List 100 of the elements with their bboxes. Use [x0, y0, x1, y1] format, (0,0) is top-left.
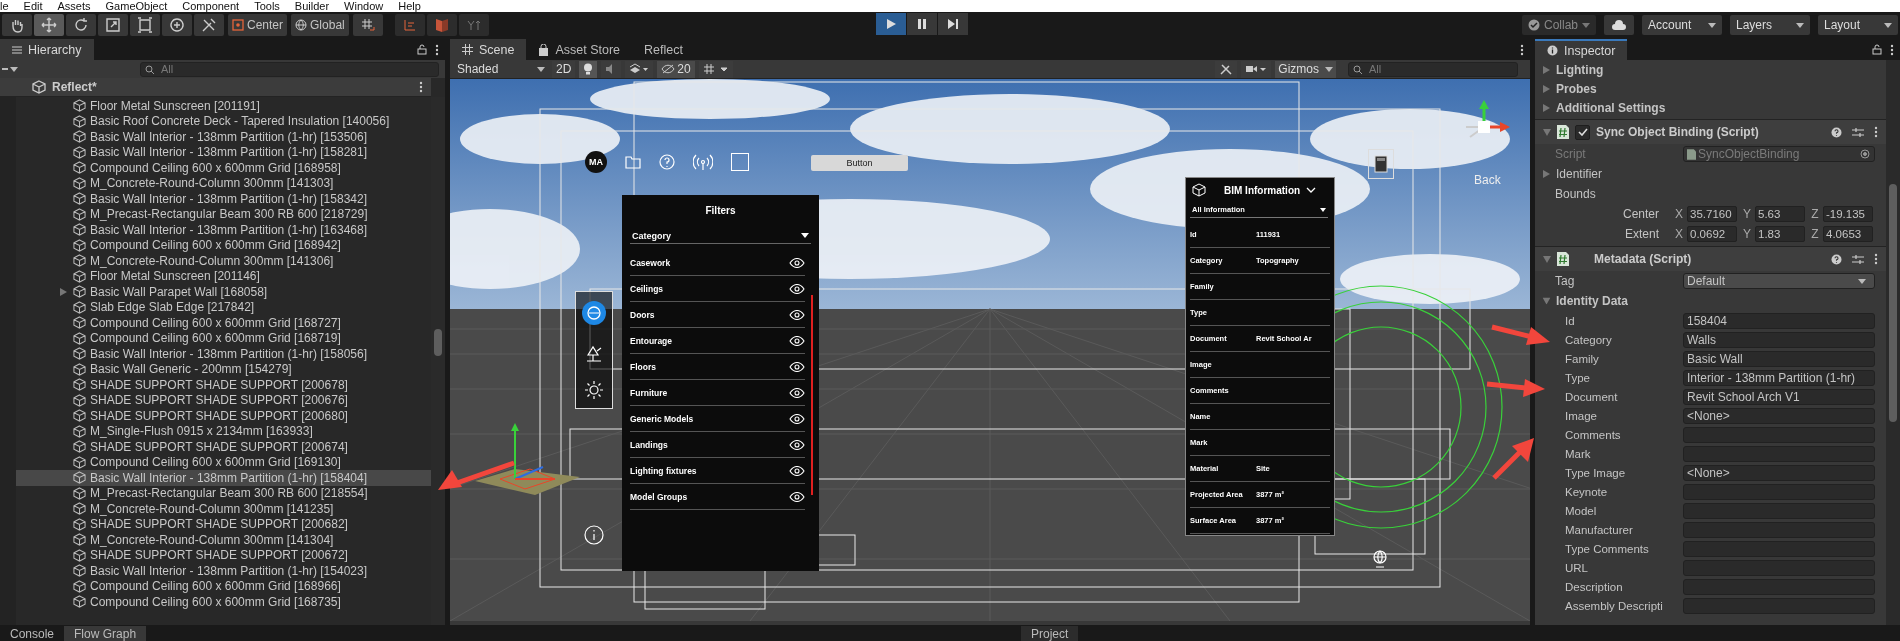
- layout-dropdown[interactable]: Layout: [1818, 15, 1898, 35]
- hierarchy-item[interactable]: Compound Ceiling 600 x 600mm Grid [168942]: [16, 237, 431, 253]
- foldout[interactable]: Probes: [1535, 79, 1886, 98]
- scrollbar[interactable]: [811, 295, 813, 495]
- hierarchy-item[interactable]: Compound Ceiling 600 x 600mm Grid [168735]: [16, 594, 431, 610]
- number-field[interactable]: 4.0653: [1823, 226, 1873, 242]
- eye-icon[interactable]: [789, 257, 805, 268]
- grid-snap-icon[interactable]: [352, 14, 383, 36]
- collab-dropdown[interactable]: Collab: [1521, 15, 1596, 35]
- number-field[interactable]: 35.7160: [1687, 206, 1737, 222]
- more-options-icon[interactable]: [1520, 43, 1524, 56]
- hierarchy-item[interactable]: Compound Ceiling 600 x 600mm Grid [169130]: [16, 454, 431, 470]
- hierarchy-item[interactable]: SHADE SUPPORT SHADE SUPPORT [200678]: [16, 377, 431, 393]
- play-button[interactable]: [876, 13, 906, 35]
- gizmos-dropdown[interactable]: Gizmos: [1275, 60, 1336, 78]
- tag-dropdown[interactable]: Default: [1683, 273, 1875, 289]
- scene-tab[interactable]: Scene: [450, 39, 527, 60]
- hierarchy-item[interactable]: Basic Wall Interior - 138mm Partition (1-hr) [158404]: [16, 470, 431, 486]
- eye-icon[interactable]: [789, 387, 805, 398]
- eye-icon[interactable]: [789, 335, 805, 346]
- foldout[interactable]: Identifier: [1535, 164, 1886, 184]
- more-options-icon[interactable]: [435, 43, 439, 56]
- tools-icon[interactable]: [1215, 60, 1238, 78]
- eye-icon[interactable]: [789, 283, 805, 294]
- cloud-icon[interactable]: [1604, 15, 1634, 35]
- hierarchy-tab[interactable]: Hierarchy: [0, 39, 94, 60]
- square-icon[interactable]: [731, 153, 749, 171]
- globe-icon[interactable]: [1370, 549, 1390, 569]
- lock-icon[interactable]: [417, 44, 427, 55]
- foldout[interactable]: Identity Data: [1535, 291, 1886, 311]
- tool-button[interactable]: [2, 14, 32, 36]
- step-button[interactable]: [938, 13, 968, 35]
- text-field[interactable]: <None>: [1683, 464, 1875, 481]
- eye-icon[interactable]: [789, 439, 805, 450]
- menu-item[interactable]: Window: [344, 0, 384, 12]
- hierarchy-item[interactable]: Basic Roof Concrete Deck - Tapered Insulation [140056]: [16, 113, 431, 129]
- help-icon[interactable]: [1831, 253, 1842, 265]
- sun-icon[interactable]: [584, 379, 604, 400]
- hierarchy-item[interactable]: Compound Ceiling 600 x 600mm Grid [168966]: [16, 578, 431, 594]
- number-field[interactable]: 1.83: [1755, 226, 1805, 242]
- text-field[interactable]: Walls: [1683, 331, 1875, 348]
- menu-item[interactable]: Help: [398, 0, 421, 12]
- layers-dropdown-icon[interactable]: [625, 60, 654, 78]
- menu-item[interactable]: le: [0, 0, 9, 12]
- help-icon[interactable]: [1831, 126, 1842, 138]
- inspector-tab[interactable]: Inspector: [1535, 39, 1628, 60]
- hierarchy-item[interactable]: M_Precast-Rectangular Beam 300 RB 600 [218554]: [16, 485, 431, 501]
- hierarchy-item[interactable]: M_Concrete-Round-Column 300mm [141303]: [16, 175, 431, 191]
- more-options-icon[interactable]: [419, 81, 423, 93]
- menu-item[interactable]: Component: [182, 0, 240, 12]
- tool-button[interactable]: [130, 14, 160, 36]
- panel-tab[interactable]: Flow Graph: [64, 626, 147, 641]
- hierarchy-item[interactable]: Compound Ceiling 600 x 600mm Grid [168719]: [16, 330, 431, 346]
- chevron-icon[interactable]: [1306, 187, 1317, 193]
- hierarchy-item[interactable]: M_Single-Flush 0915 x 2134mm [163933]: [16, 423, 431, 439]
- camera-dropdown-icon[interactable]: [1241, 60, 1272, 78]
- hierarchy-item[interactable]: Basic Wall Parapet Wall [168058]: [16, 284, 431, 300]
- hierarchy-item[interactable]: M_Concrete-Round-Column 300mm [141306]: [16, 253, 431, 269]
- hierarchy-item[interactable]: Slab Edge Slab Edge [217842]: [16, 299, 431, 315]
- menu-item[interactable]: GameObject: [105, 0, 168, 12]
- eye-icon[interactable]: [789, 413, 805, 424]
- menu-item[interactable]: Builder: [294, 0, 330, 12]
- menu-item[interactable]: Tools: [254, 0, 280, 12]
- pivot-button[interactable]: Center: [228, 14, 288, 36]
- foldout[interactable]: Additional Settings: [1535, 98, 1886, 117]
- scene-name[interactable]: Reflect*: [52, 80, 97, 94]
- eye-icon[interactable]: [789, 491, 805, 502]
- more-options-icon[interactable]: [1874, 126, 1878, 138]
- panel-title[interactable]: BIM Information: [1224, 184, 1301, 196]
- tool-button[interactable]: [66, 14, 96, 36]
- snap-settings-icon[interactable]: [394, 14, 425, 36]
- text-field[interactable]: <None>: [1683, 407, 1875, 424]
- expand-arrow-icon[interactable]: [60, 287, 67, 296]
- hierarchy-item[interactable]: Basic Wall Interior - 138mm Partition (1-hr) [158056]: [16, 346, 431, 362]
- object-picker-icon[interactable]: [1860, 149, 1870, 159]
- sliders-icon[interactable]: [1852, 253, 1864, 265]
- pause-button[interactable]: [907, 13, 937, 35]
- number-field[interactable]: 5.63: [1755, 206, 1805, 222]
- help-icon[interactable]: [659, 154, 675, 170]
- checkbox[interactable]: [1575, 124, 1590, 140]
- hierarchy-item[interactable]: SHADE SUPPORT SHADE SUPPORT [200680]: [16, 408, 431, 424]
- scene-tab[interactable]: Reflect: [632, 39, 695, 60]
- tool-button[interactable]: [194, 14, 224, 36]
- grid-dropdown-icon[interactable]: [698, 60, 733, 78]
- text-field[interactable]: 158404: [1683, 312, 1875, 329]
- text-field[interactable]: Interior - 138mm Partition (1-hr): [1683, 369, 1875, 386]
- hierarchy-item[interactable]: Floor Metal Sunscreen [201146]: [16, 268, 431, 284]
- speaker-icon[interactable]: [601, 60, 622, 78]
- tool-button[interactable]: [162, 14, 192, 36]
- eye-icon[interactable]: [789, 465, 805, 476]
- hierarchy-item[interactable]: Basic Wall Interior - 138mm Partition (1-hr) [154023]: [16, 563, 431, 579]
- space-button[interactable]: Global: [291, 14, 349, 36]
- tool-button[interactable]: [34, 14, 64, 36]
- eye-icon[interactable]: [789, 309, 805, 320]
- hierarchy-item[interactable]: SHADE SUPPORT SHADE SUPPORT [200672]: [16, 547, 431, 563]
- light-bulb-icon[interactable]: [579, 60, 598, 78]
- hierarchy-item[interactable]: Basic Wall Interior - 138mm Partition (1-hr) [158281]: [16, 144, 431, 160]
- target-icon[interactable]: [581, 300, 607, 327]
- broadcast-icon[interactable]: [693, 154, 713, 170]
- number-field[interactable]: 0.0692: [1687, 226, 1737, 242]
